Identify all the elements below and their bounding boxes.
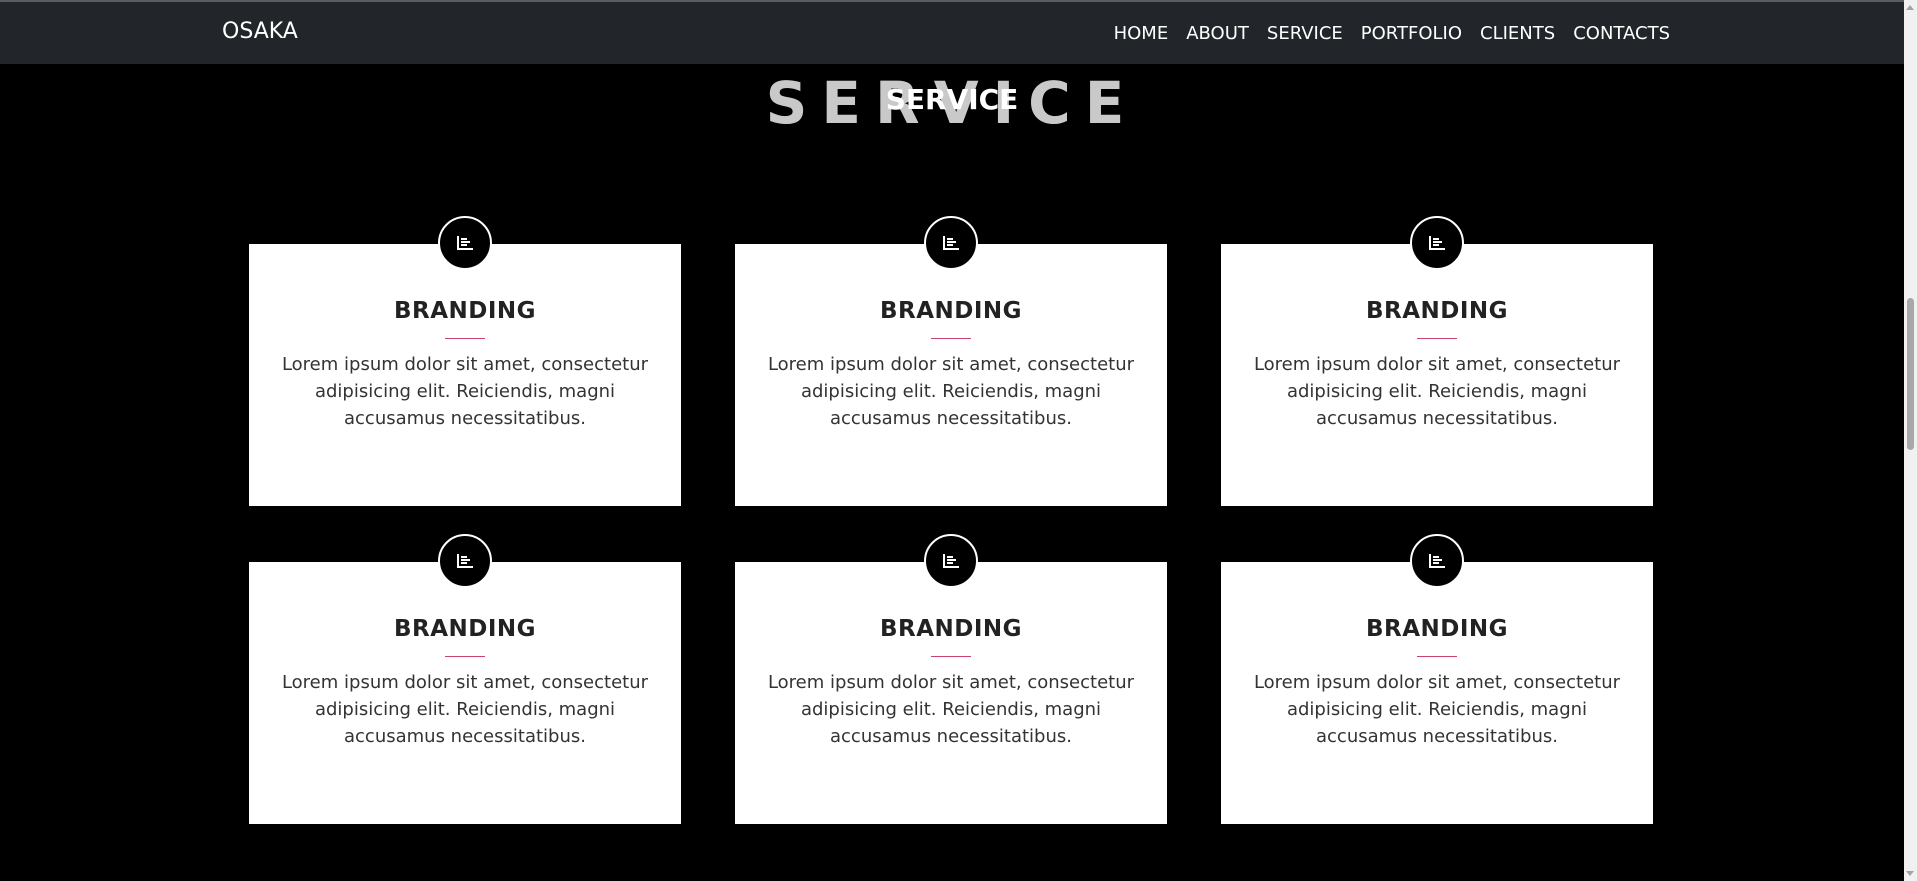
card-title: BRANDING (1365, 298, 1509, 324)
card-divider (931, 656, 971, 657)
service-card: BRANDING Lorem ipsum dolor sit amet, con… (1221, 534, 1653, 824)
service-card: BRANDING Lorem ipsum dolor sit amet, con… (735, 216, 1167, 506)
card-description: Lorem ipsum dolor sit amet, consectetur … (767, 354, 1135, 429)
card-divider (1417, 338, 1457, 339)
nav-item-contacts[interactable]: CONTACTS (1573, 20, 1670, 48)
nav-menu: HOME ABOUT SERVICE PORTFOLIO CLIENTS CON… (1096, 20, 1670, 48)
vertical-scrollbar[interactable] (1904, 0, 1917, 881)
bar-chart-icon (438, 534, 492, 588)
nav-item-about[interactable]: ABOUT (1186, 20, 1249, 48)
bar-chart-icon (924, 216, 978, 270)
card-title: BRANDING (879, 298, 1023, 324)
card-description: Lorem ipsum dolor sit amet, consectetur … (281, 672, 649, 747)
card-description: Lorem ipsum dolor sit amet, consectetur … (1253, 672, 1621, 747)
section-title: SERVICE (885, 83, 1019, 116)
bar-chart-icon (438, 216, 492, 270)
nav-item-clients[interactable]: CLIENTS (1480, 20, 1555, 48)
card-divider (445, 656, 485, 657)
nav-item-portfolio[interactable]: PORTFOLIO (1361, 20, 1462, 48)
service-card: BRANDING Lorem ipsum dolor sit amet, con… (1221, 216, 1653, 506)
page: OSAKA HOME ABOUT SERVICE PORTFOLIO CLIEN… (0, 0, 1917, 881)
card-description: Lorem ipsum dolor sit amet, consectetur … (767, 672, 1135, 747)
nav-item-home[interactable]: HOME (1114, 20, 1169, 48)
card-divider (1417, 656, 1457, 657)
card-title: BRANDING (1365, 616, 1509, 642)
card-divider (931, 338, 971, 339)
card-title: BRANDING (393, 298, 537, 324)
service-card: BRANDING Lorem ipsum dolor sit amet, con… (735, 534, 1167, 824)
navbar: OSAKA HOME ABOUT SERVICE PORTFOLIO CLIEN… (0, 0, 1904, 64)
scrollbar-thumb[interactable] (1907, 298, 1914, 450)
card-divider (445, 338, 485, 339)
card-description: Lorem ipsum dolor sit amet, consectetur … (1253, 354, 1621, 429)
card-title: BRANDING (879, 616, 1023, 642)
card-title: BRANDING (393, 616, 537, 642)
bar-chart-icon (924, 534, 978, 588)
scroll-up-arrow-icon[interactable] (1906, 5, 1914, 10)
brand-logo[interactable]: OSAKA (222, 18, 298, 46)
nav-item-service[interactable]: SERVICE (1267, 20, 1343, 48)
service-card: BRANDING Lorem ipsum dolor sit amet, con… (249, 534, 681, 824)
bar-chart-icon (1410, 216, 1464, 270)
card-description: Lorem ipsum dolor sit amet, consectetur … (281, 354, 649, 429)
bar-chart-icon (1410, 534, 1464, 588)
service-card: BRANDING Lorem ipsum dolor sit amet, con… (249, 216, 681, 506)
scroll-down-arrow-icon[interactable] (1906, 871, 1914, 876)
